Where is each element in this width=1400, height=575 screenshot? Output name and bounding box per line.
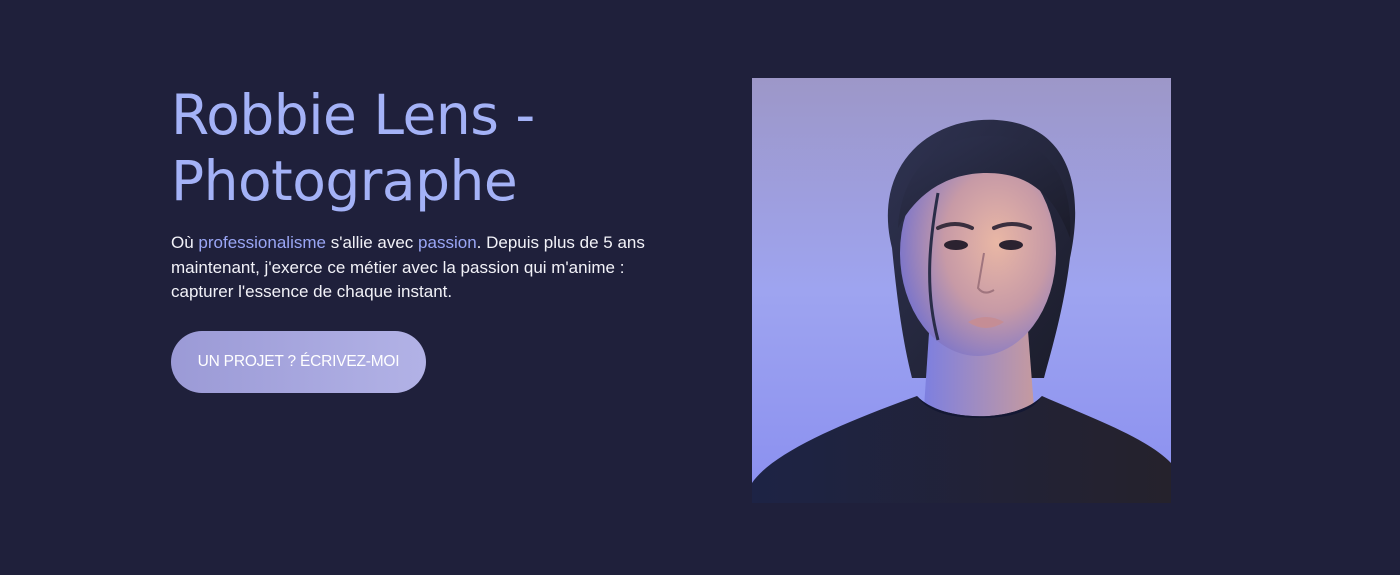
highlight-passion: passion xyxy=(418,233,477,252)
intro-line-3: capturer l'essence de chaque instant. xyxy=(171,282,453,301)
title-line-2: Photographe xyxy=(171,149,518,213)
intro-line-1: Où professionalisme s'allie avec passion… xyxy=(171,231,691,256)
page-title: Robbie Lens - Photographe xyxy=(171,82,691,214)
contact-cta-button[interactable]: UN PROJET ? ÉCRIVEZ-MOI xyxy=(171,331,426,393)
intro-paragraph: Où professionalisme s'allie avec passion… xyxy=(171,231,691,305)
intro-text: Où xyxy=(171,233,199,252)
title-line-1: Robbie Lens - xyxy=(171,83,535,147)
portrait-photo xyxy=(752,78,1171,503)
highlight-professionalisme: professionalisme xyxy=(198,233,326,252)
intro-line-2: maintenant, j'exerce ce métier avec la p… xyxy=(171,257,625,277)
hero-section: Robbie Lens - Photographe Où professiona… xyxy=(0,0,1400,575)
intro-text: s'allie avec xyxy=(325,233,419,252)
intro-text: . Depuis plus de 5 ans xyxy=(476,233,645,252)
